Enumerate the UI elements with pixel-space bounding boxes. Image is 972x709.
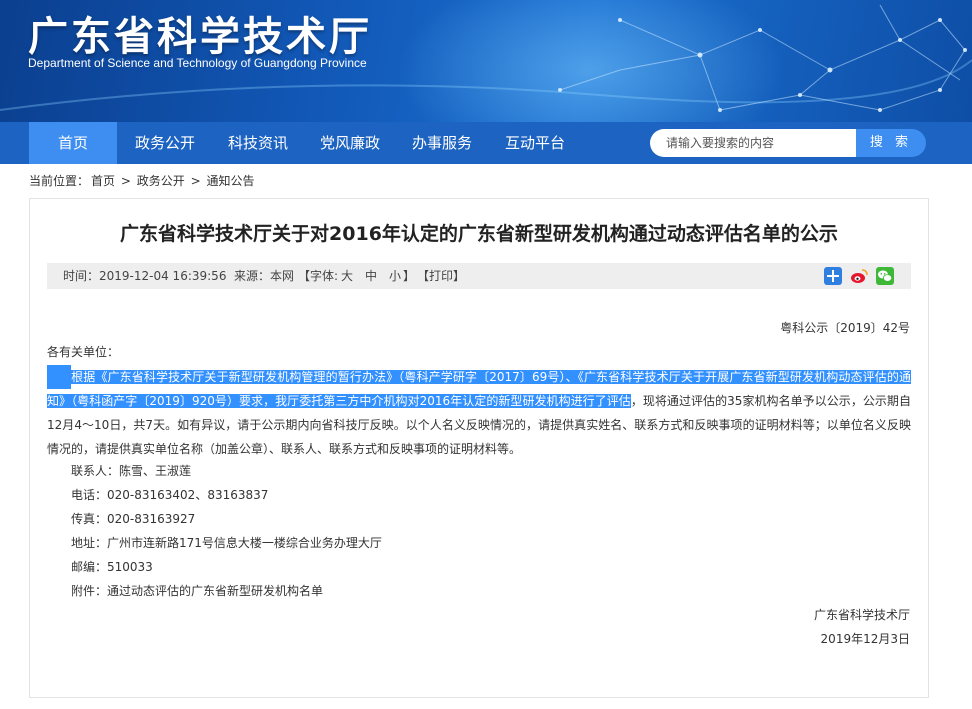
contact-fax: 传真：020-83163927 — [71, 512, 196, 526]
search-input[interactable]: 请输入要搜索的内容 — [650, 129, 856, 157]
attachment-label: 附件： — [71, 584, 108, 598]
article-body-paragraph: 根据《广东省科学技术厅关于新型研发机构管理的暂行办法》（粤科产学研字〔2017〕… — [47, 365, 911, 461]
signing-organization: 广东省科学技术厅 — [813, 608, 910, 622]
breadcrumb-separator: > — [120, 174, 131, 188]
nav-item-home[interactable]: 首页 — [29, 122, 117, 164]
article-meta-bar: 时间：2019-12-04 16:39:56 来源：本网 【字体: 大 中 小 … — [47, 263, 911, 289]
breadcrumb: 当前位置： 首页 > 政务公开 > 通知公告 — [29, 172, 257, 189]
breadcrumb-prefix: 当前位置： — [29, 174, 90, 188]
breadcrumb-separator: > — [190, 174, 201, 188]
contact-phone: 电话：020-83163402、83163837 — [71, 488, 269, 502]
attachment-link[interactable]: 通过动态评估的广东省新型研发机构名单 — [107, 584, 323, 598]
nav-item-services[interactable]: 办事服务 — [398, 122, 486, 164]
contact-postcode: 邮编：510033 — [71, 560, 153, 574]
contact-address: 地址：广州市连新路171号信息大楼一楼综合业务办理大厅 — [71, 536, 382, 550]
plus-share-icon[interactable] — [824, 267, 842, 285]
font-size-close: 】 — [403, 269, 416, 283]
breadcrumb-item-government-affairs[interactable]: 政务公开 — [137, 174, 185, 188]
article-source: 来源：本网 — [234, 269, 295, 283]
selected-text-1: 根据《广东省科学技术厅关于新型研发机构管理的暂行办法》（粤科产学研字〔2017〕… — [71, 370, 899, 384]
weibo-icon[interactable] — [850, 267, 868, 285]
print-button[interactable]: 【打印】 — [417, 263, 465, 289]
font-medium-button[interactable]: 中 — [365, 263, 377, 289]
nav-item-tech-news[interactable]: 科技资讯 — [214, 122, 302, 164]
signing-date: 2019年12月3日 — [820, 632, 910, 646]
nav-item-integrity[interactable]: 党风廉政 — [306, 122, 394, 164]
font-large-button[interactable]: 大 — [341, 263, 353, 289]
wechat-icon[interactable] — [876, 267, 894, 285]
greeting: 各有关单位： — [47, 345, 120, 359]
attachment-line: 附件：通过动态评估的广东省新型研发机构名单 — [71, 582, 323, 599]
paragraph-indent — [47, 365, 71, 389]
contact-person: 联系人：陈雪、王淑莲 — [71, 464, 192, 478]
site-banner: 广东省科学技术厅 Department of Science and Techn… — [0, 0, 972, 122]
breadcrumb-item-notices[interactable]: 通知公告 — [206, 174, 254, 188]
site-subtitle: Department of Science and Technology of … — [28, 56, 367, 70]
search-button[interactable]: 搜 索 — [856, 129, 926, 157]
font-small-button[interactable]: 小 — [389, 263, 401, 289]
site-title: 广东省科学技术厅 — [28, 14, 372, 60]
nav-item-government-affairs[interactable]: 政务公开 — [121, 122, 209, 164]
document-number: 粤科公示〔2019〕42号 — [780, 321, 910, 335]
nav-item-interaction[interactable]: 互动平台 — [491, 122, 579, 164]
publish-time: 时间：2019-12-04 16:39:56 — [63, 269, 227, 283]
article-title: 广东省科学技术厅关于对2016年认定的广东省新型研发机构通过动态评估名单的公示 — [120, 223, 838, 245]
font-size-label: 【字体: — [298, 269, 339, 283]
main-nav: 首页 政务公开 科技资讯 党风廉政 办事服务 互动平台 请输入要搜索的内容 搜 … — [0, 122, 972, 164]
article-panel: 广东省科学技术厅关于对2016年认定的广东省新型研发机构通过动态评估名单的公示 … — [29, 198, 929, 698]
breadcrumb-item-home[interactable]: 首页 — [91, 174, 115, 188]
